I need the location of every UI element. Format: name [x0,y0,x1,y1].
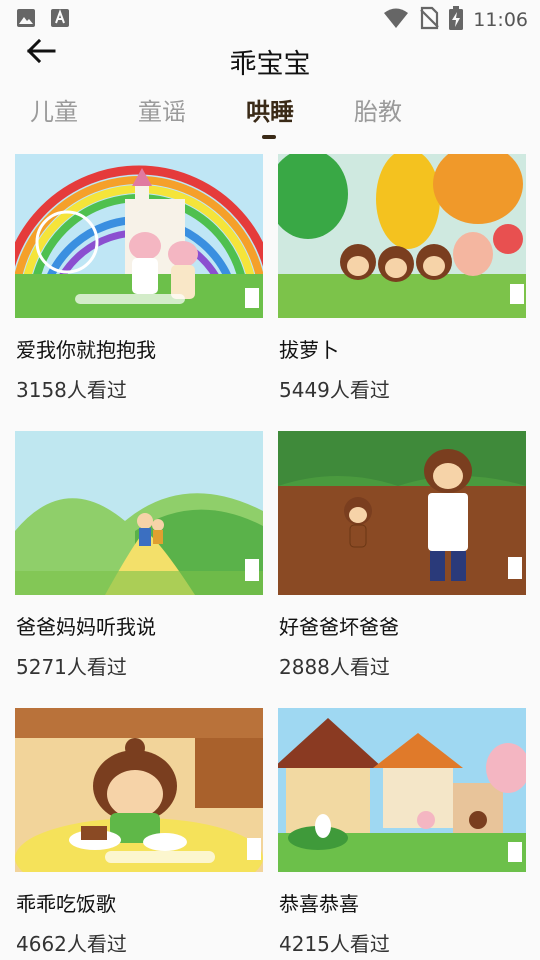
video-title[interactable]: 乖乖吃饭歌 [16,888,116,917]
battery-charging-icon [449,6,464,34]
video-card[interactable]: 好爸爸坏爸爸 2888人看过 [278,427,526,697]
video-title[interactable]: 爸爸妈妈听我说 [16,611,156,640]
video-title[interactable]: 好爸爸坏爸爸 [279,611,399,640]
tab-lullaby[interactable]: 哄睡 [246,92,294,127]
view-count: 5449人看过 [279,378,390,402]
video-title[interactable]: 爱我你就抱抱我 [16,334,156,363]
tab-children[interactable]: 儿童 [30,92,78,127]
video-title[interactable]: 拔萝卜 [279,334,339,363]
page-title: 乖宝宝 [229,49,311,80]
category-tabs: 儿童 童谣 哄睡 胎教 [0,88,540,148]
view-count: 4662人看过 [16,932,127,956]
video-title[interactable]: 恭喜恭喜 [279,888,359,917]
tab-nursery-rhymes[interactable]: 童谣 [138,92,186,127]
video-card[interactable]: 爸爸妈妈听我说 5271人看过 [15,427,263,697]
app-bar: 乖宝宝 [0,36,540,86]
clock-time: 11:06 [473,9,528,31]
wifi-icon [383,7,409,33]
video-card[interactable]: 爱我你就抱抱我 3158人看过 [15,150,263,420]
video-card[interactable]: 乖乖吃饭歌 4662人看过 [15,704,263,960]
view-count: 4215人看过 [279,932,390,956]
video-thumbnail[interactable] [15,431,263,595]
video-thumbnail[interactable] [15,708,263,872]
image-icon [16,8,36,32]
video-thumbnail[interactable] [278,154,526,318]
active-tab-indicator [262,135,276,139]
status-bar: 11:06 [0,0,540,36]
view-count: 2888人看过 [279,655,390,679]
font-icon [50,8,70,32]
video-thumbnail[interactable] [278,431,526,595]
view-count: 5271人看过 [16,655,127,679]
video-thumbnail[interactable] [278,708,526,872]
view-count: 3158人看过 [16,378,127,402]
video-grid: 爱我你就抱抱我 3158人看过 拔萝卜 5449人看过 爸爸妈妈听我说 5271… [0,150,540,960]
no-sim-icon [419,6,440,34]
video-card[interactable]: 恭喜恭喜 4215人看过 [278,704,526,960]
video-thumbnail[interactable] [15,154,263,318]
tab-prenatal[interactable]: 胎教 [354,92,402,127]
video-card[interactable]: 拔萝卜 5449人看过 [278,150,526,420]
